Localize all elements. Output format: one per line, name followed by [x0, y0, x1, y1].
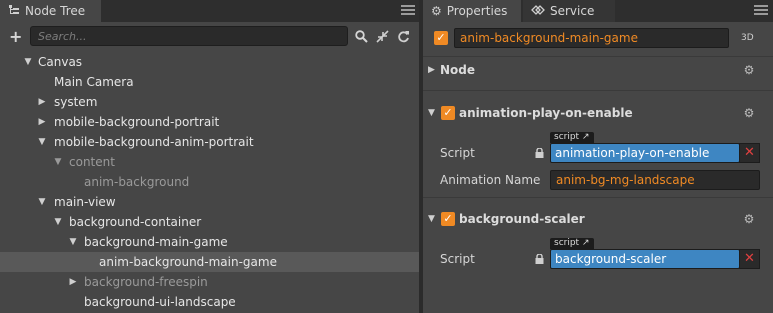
animation-name-field[interactable]: anim-bg-mg-landscape — [550, 170, 760, 190]
divider — [423, 90, 773, 91]
expand-arrow-icon[interactable]: ▼ — [37, 192, 47, 212]
tree-item-canvas[interactable]: ▼ Canvas — [0, 52, 419, 72]
gear-icon[interactable]: ⚙ — [742, 106, 756, 120]
remove-script-icon[interactable]: ✕ — [739, 249, 760, 269]
tab-service-label: Service — [550, 4, 595, 18]
properties-tabbar: ⚙ Properties Service — [423, 0, 773, 22]
tab-properties[interactable]: ⚙ Properties — [423, 0, 521, 22]
expand-arrow-icon[interactable]: ▼ — [23, 52, 33, 72]
tree-item-label: system — [54, 95, 98, 109]
tree-item-label: mobile-background-portrait — [54, 115, 220, 129]
divider — [423, 197, 773, 198]
gear-icon[interactable]: ⚙ — [742, 63, 756, 77]
refresh-icon[interactable] — [397, 30, 410, 46]
tree-item-background-ui-landscape[interactable]: background-ui-landscape — [0, 292, 419, 312]
collapse-all-icon[interactable] — [376, 30, 389, 46]
tree-item-content[interactable]: ▼ content — [0, 152, 419, 172]
tree-item-mobile-background-anim-portrait[interactable]: ▼ mobile-background-anim-portrait — [0, 132, 419, 152]
expand-arrow-icon[interactable]: ▼ — [37, 132, 47, 152]
lock-icon — [535, 147, 544, 158]
remove-script-icon[interactable]: ✕ — [739, 143, 760, 163]
node-tree-toolbar: + Search... — [0, 22, 419, 52]
node-tree-panel: Node Tree + Search... ▼ Canvas Main Came… — [0, 0, 419, 313]
tree-item-label: background-container — [69, 215, 202, 229]
tree-item-label: Canvas — [38, 55, 83, 69]
tree-item-background-main-game[interactable]: ▼ background-main-game — [0, 232, 419, 252]
add-node-icon[interactable]: + — [9, 27, 22, 46]
expand-arrow-icon[interactable]: ▶ — [428, 65, 435, 75]
expand-arrow-icon[interactable]: ▼ — [68, 232, 78, 252]
tree-item-label: main-view — [54, 195, 116, 209]
expand-arrow-icon[interactable]: ▼ — [53, 152, 63, 172]
tree-item-label: anim-background-main-game — [99, 255, 277, 269]
tree-item-label: content — [69, 155, 115, 169]
script-tag-label: script — [554, 132, 580, 142]
tree-item-label: background-main-game — [84, 235, 228, 249]
divider — [423, 56, 773, 57]
external-link-icon: ↗ — [579, 132, 590, 142]
tree-item-system[interactable]: ▶ system — [0, 92, 419, 112]
properties-menu-icon[interactable] — [754, 3, 768, 17]
expand-arrow-icon[interactable]: ▶ — [37, 92, 47, 112]
node-tree-menu-icon[interactable] — [401, 3, 415, 17]
service-icon — [531, 4, 545, 19]
component-enabled-checkbox[interactable]: ✓ — [441, 106, 455, 120]
tree-item-background-freespin[interactable]: ▶ background-freespin — [0, 272, 419, 292]
expand-arrow-icon[interactable]: ▼ — [53, 212, 63, 232]
script-tag[interactable]: script ↗ — [550, 132, 594, 143]
tree-item-label: Main Camera — [54, 75, 134, 89]
expand-arrow-icon[interactable]: ▶ — [37, 112, 47, 132]
animation-name-label: Animation Name — [440, 173, 541, 187]
tree-item-label: background-freespin — [84, 275, 208, 289]
gear-icon: ⚙ — [431, 4, 442, 18]
properties-panel: ⚙ Properties Service ✓ anim-background-m… — [423, 0, 773, 313]
component-enabled-checkbox[interactable]: ✓ — [441, 212, 455, 226]
tree-item-main-view[interactable]: ▼ main-view — [0, 192, 419, 212]
node-name-field[interactable]: anim-background-main-game — [454, 28, 729, 48]
gear-icon[interactable]: ⚙ — [742, 212, 756, 226]
tree-item-label: background-ui-landscape — [84, 295, 236, 309]
node-search-input[interactable]: Search... — [30, 26, 348, 46]
tab-node-tree-label: Node Tree — [25, 4, 86, 18]
node-active-checkbox[interactable]: ✓ — [434, 31, 448, 45]
tree-item-background-container[interactable]: ▼ background-container — [0, 212, 419, 232]
node-tree-icon — [8, 4, 20, 19]
node-section-title: Node — [440, 63, 476, 77]
search-icon[interactable] — [355, 30, 368, 46]
component-title: background-scaler — [459, 212, 585, 226]
expand-arrow-icon[interactable]: ▶ — [68, 272, 78, 292]
component-title: animation-play-on-enable — [459, 106, 633, 120]
component-header-background-scaler[interactable]: ▼ ✓ background-scaler ⚙ — [423, 208, 773, 230]
tree-item-main-camera[interactable]: Main Camera — [0, 72, 419, 92]
expand-arrow-icon[interactable]: ▼ — [428, 214, 435, 224]
script-tag[interactable]: script ↗ — [550, 238, 594, 249]
script-field[interactable]: background-scaler — [550, 249, 740, 269]
script-field[interactable]: animation-play-on-enable — [550, 143, 740, 163]
tree-item-label: anim-background — [84, 175, 190, 189]
script-label: Script — [440, 252, 475, 266]
component-header-animation-play-on-enable[interactable]: ▼ ✓ animation-play-on-enable ⚙ — [423, 102, 773, 124]
lock-icon — [535, 253, 544, 264]
script-tag-label: script — [554, 238, 580, 248]
external-link-icon: ↗ — [579, 238, 590, 248]
tree-item-label: mobile-background-anim-portrait — [54, 135, 254, 149]
tree-item-anim-background[interactable]: anim-background — [0, 172, 419, 192]
tab-service[interactable]: Service — [523, 0, 615, 22]
script-label: Script — [440, 146, 475, 160]
tab-node-tree[interactable]: Node Tree — [0, 0, 101, 22]
node-section-header[interactable]: ▶ Node ⚙ — [423, 59, 773, 81]
tab-properties-label: Properties — [446, 4, 508, 18]
expand-arrow-icon[interactable]: ▼ — [428, 108, 435, 118]
tree-item-anim-background-main-game[interactable]: anim-background-main-game — [0, 252, 419, 272]
tree-item-mobile-background-portrait[interactable]: ▶ mobile-background-portrait — [0, 112, 419, 132]
mode-3d-toggle[interactable]: 3D — [741, 33, 754, 43]
node-tree-tabbar: Node Tree — [0, 0, 419, 22]
